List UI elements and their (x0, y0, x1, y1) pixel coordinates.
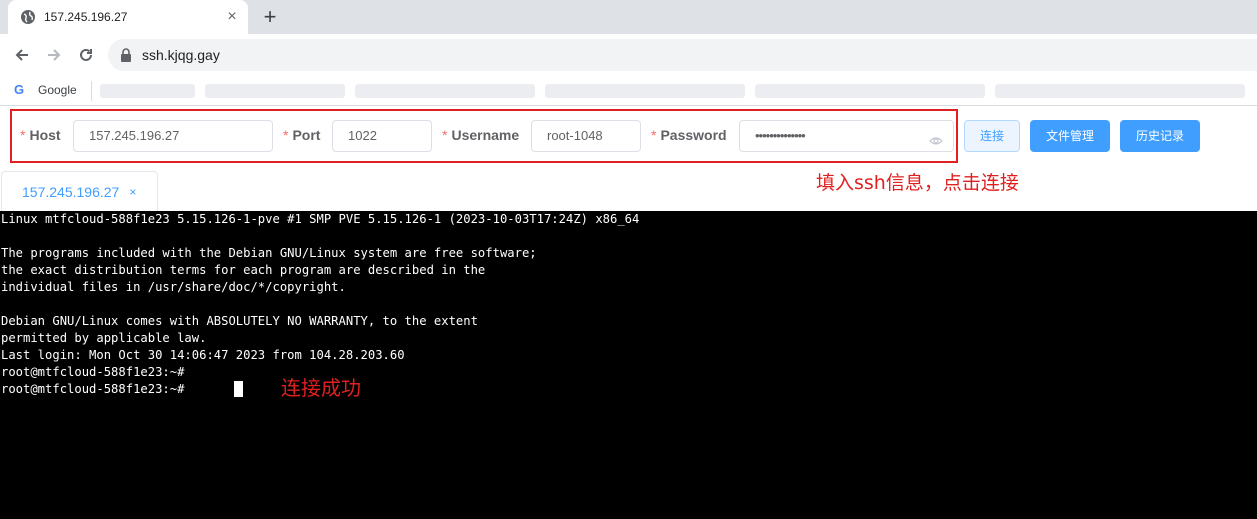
terminal-line: Last login: Mon Oct 30 14:06:47 2023 fro… (1, 348, 405, 362)
bookmarks-bar: G Google (0, 76, 1257, 106)
address-bar[interactable]: ssh.kjqg.gay (108, 39, 1257, 71)
globe-icon (20, 9, 36, 25)
terminal-line: the exact distribution terms for each pr… (1, 263, 486, 277)
reload-icon[interactable] (74, 43, 98, 67)
connect-button[interactable]: 连接 (964, 120, 1020, 152)
history-button[interactable]: 历史记录 (1120, 120, 1200, 152)
terminal-cursor (234, 381, 243, 397)
file-manager-button[interactable]: 文件管理 (1030, 120, 1110, 152)
browser-tab[interactable]: 157.245.196.27 × (8, 0, 248, 34)
url-text: ssh.kjqg.gay (142, 47, 220, 63)
session-tab-label: 157.245.196.27 (22, 183, 120, 200)
close-icon[interactable]: × (129, 185, 136, 199)
forward-arrow-icon[interactable] (42, 43, 66, 67)
bookmark-divider (91, 81, 92, 101)
annotation-success: 连接成功 (281, 376, 361, 400)
terminal-line: individual files in /usr/share/doc/*/cop… (1, 280, 346, 294)
terminal-line: Linux mtfcloud-588f1e23 5.15.126-1-pve #… (1, 212, 640, 226)
close-icon[interactable]: × (224, 9, 240, 25)
terminal-line: root@mtfcloud-588f1e23:~# (1, 382, 185, 396)
blurred-bookmark[interactable] (545, 84, 745, 98)
back-arrow-icon[interactable] (10, 43, 34, 67)
browser-toolbar: ssh.kjqg.gay (0, 34, 1257, 76)
blurred-bookmark[interactable] (355, 84, 535, 98)
terminal[interactable]: Linux mtfcloud-588f1e23 5.15.126-1-pve #… (0, 211, 1257, 519)
bookmark-google[interactable]: G Google (14, 82, 77, 97)
terminal-line: Debian GNU/Linux comes with ABSOLUTELY N… (1, 314, 478, 328)
browser-tab-title: 157.245.196.27 (44, 10, 128, 24)
bookmark-label: Google (38, 82, 77, 97)
browser-tab-strip: 157.245.196.27 × + (0, 0, 1257, 34)
lock-icon (120, 48, 134, 62)
google-icon: G (14, 82, 25, 97)
terminal-line: permitted by applicable law. (1, 331, 207, 345)
annotation-fill-hint: 填入ssh信息，点击连接 (816, 172, 1019, 194)
session-tab[interactable]: 157.245.196.27 × (1, 171, 158, 211)
terminal-line: root@mtfcloud-588f1e23:~# (1, 365, 185, 379)
annotation-highlight-box (10, 109, 958, 163)
blurred-bookmark[interactable] (995, 84, 1245, 98)
terminal-line: The programs included with the Debian GN… (1, 246, 537, 260)
blurred-bookmark[interactable] (205, 84, 345, 98)
blurred-bookmark[interactable] (755, 84, 985, 98)
new-tab-button[interactable]: + (258, 6, 282, 30)
blurred-bookmark[interactable] (100, 84, 195, 98)
